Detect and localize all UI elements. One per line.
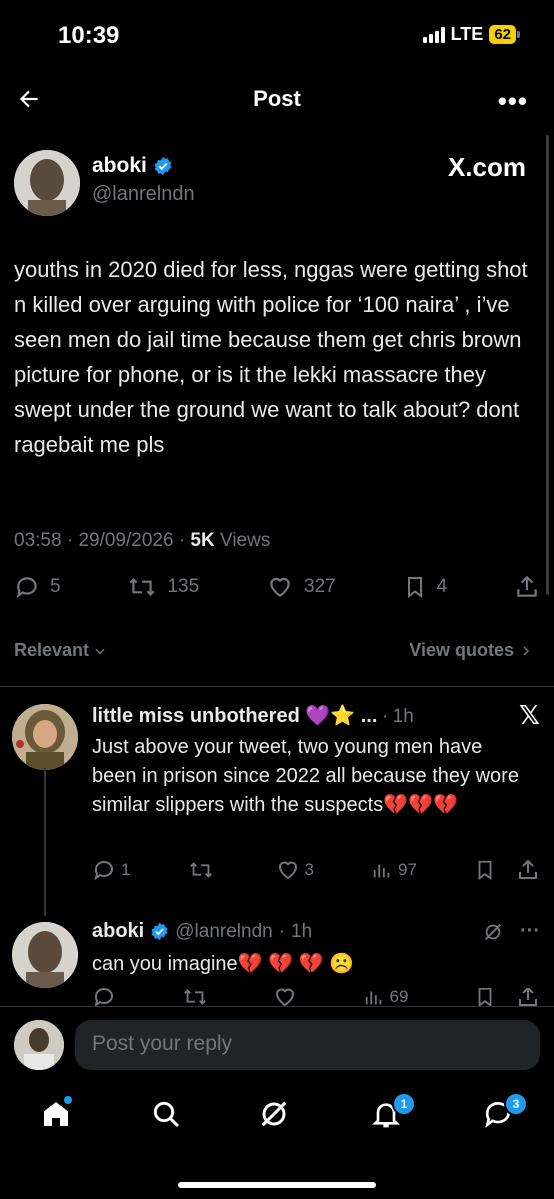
reply-repost-button[interactable] [188, 858, 219, 882]
views-label: Views [220, 530, 271, 551]
meta-separator: · [278, 920, 286, 942]
sort-relevant-dropdown[interactable]: Relevant [14, 640, 107, 661]
reply-like-button[interactable]: 3 [276, 858, 314, 882]
reply-more-button[interactable]: ··· [520, 920, 540, 943]
heart-icon [278, 861, 297, 880]
views-count: 5K [190, 530, 215, 551]
view-quotes-link[interactable]: View quotes [409, 640, 532, 661]
repost-icon[interactable] [182, 988, 208, 1006]
reply-reply-button[interactable]: 1 [92, 858, 130, 882]
reply-author-handle[interactable]: @lanrelndn [175, 921, 272, 943]
author-handle[interactable]: @lanrelndn [92, 183, 195, 206]
reply-time: 1h [392, 706, 414, 727]
post-date: 29/09/2026 [78, 530, 174, 551]
bottom-tab-bar: 1 3 [0, 1088, 554, 1148]
more-options-button[interactable]: ••• [498, 86, 528, 117]
avatar-doll-icon [12, 704, 78, 770]
share-button[interactable] [514, 574, 540, 600]
reply-text: Just above your tweet, two young men hav… [92, 736, 519, 816]
reply-reply-count: 1 [121, 860, 131, 879]
author-avatar[interactable] [14, 150, 80, 216]
repost-icon [189, 862, 212, 878]
reply-text: can you imagine💔 💔 💔 ☹️ [92, 953, 354, 975]
repost-count: 135 [167, 576, 200, 597]
like-count: 327 [304, 576, 336, 597]
reply-avatar[interactable] [12, 922, 78, 988]
x-logo-icon: 𝕏 [519, 700, 540, 730]
view-quotes-label: View quotes [409, 640, 514, 660]
chevron-down-icon [95, 648, 105, 654]
like-button[interactable]: 327 [266, 574, 336, 600]
network-label: LTE [450, 24, 484, 44]
reply-icon[interactable] [92, 988, 116, 1006]
notifications-badge: 1 [392, 1092, 416, 1116]
messages-badge: 3 [504, 1092, 528, 1116]
tab-messages[interactable]: 3 [482, 1092, 528, 1135]
grok-icon[interactable] [482, 921, 504, 943]
reply-views-button[interactable]: 97 [371, 859, 417, 881]
analytics-icon [373, 864, 390, 878]
post-meta: 03:58 · 29/09/2026 · 5K Views [14, 530, 271, 551]
reply-action-bar: 1 3 97 [92, 858, 540, 882]
reply-button[interactable]: 5 [14, 574, 61, 600]
share-icon[interactable] [516, 858, 540, 882]
repost-button[interactable]: 135 [127, 574, 199, 600]
reply-icon [94, 861, 113, 881]
avatar-face-icon [12, 922, 78, 988]
section-divider [0, 686, 554, 687]
reply-author-name[interactable]: aboki [92, 920, 144, 943]
reply-time: 1h [291, 920, 313, 942]
reply-count: 5 [50, 576, 61, 597]
repost-icon [129, 577, 155, 597]
avatar-face-icon [14, 150, 80, 216]
search-icon [153, 1101, 180, 1128]
reply-views-count: 97 [398, 860, 417, 879]
status-indicators: LTE 62 [422, 24, 520, 45]
tab-notifications[interactable]: 1 [370, 1092, 416, 1135]
current-user-avatar[interactable] [14, 1020, 64, 1070]
tab-home[interactable] [40, 1096, 72, 1135]
heart-icon[interactable] [273, 988, 297, 1006]
post-text: youths in 2020 died for less, nggas were… [14, 257, 528, 457]
chevron-right-icon [523, 645, 530, 656]
reply-views-button[interactable]: 69 [363, 988, 409, 1006]
tab-search[interactable] [150, 1098, 182, 1135]
meta-separator: · [381, 706, 389, 727]
home-dot-indicator [64, 1096, 72, 1104]
compose-divider [0, 1006, 554, 1007]
avatar-user-icon [14, 1020, 64, 1070]
share-icon [517, 575, 537, 597]
grok-icon [261, 1101, 287, 1127]
battery-icon: 62 [489, 25, 520, 44]
heart-icon [270, 577, 290, 597]
reply-action-bar: 69 [92, 988, 540, 1006]
source-badge: X.com [447, 152, 526, 182]
reply-like-count: 3 [304, 860, 314, 879]
post-action-bar: 5 135 327 4 [14, 574, 540, 600]
scrollbar[interactable] [546, 135, 549, 595]
post-time: 03:58 [14, 530, 62, 551]
home-indicator [178, 1182, 376, 1188]
verified-badge-icon [151, 922, 168, 941]
signal-icon [422, 26, 445, 43]
reply-author-name[interactable]: little miss unbothered 💜⭐️ ... [92, 705, 377, 727]
status-time: 10:39 [58, 22, 120, 49]
reply-views-count: 69 [389, 988, 409, 1006]
author-name[interactable]: aboki [92, 154, 147, 178]
sort-relevant-label: Relevant [14, 640, 90, 660]
bookmark-count: 4 [436, 576, 448, 597]
page-title: Post [253, 86, 301, 111]
verified-badge-icon [154, 156, 172, 176]
share-icon[interactable] [516, 988, 540, 1006]
reply-input-placeholder: Post your reply [92, 1032, 233, 1055]
analytics-icon [365, 991, 381, 1005]
tab-grok[interactable] [258, 1098, 290, 1135]
bookmark-icon[interactable] [474, 988, 496, 1006]
bookmark-button[interactable]: 4 [403, 574, 448, 600]
thread-connector [44, 768, 46, 916]
bookmark-icon[interactable] [474, 858, 496, 882]
reply-icon [16, 577, 37, 599]
reply-avatar[interactable] [12, 704, 78, 770]
bookmark-icon [407, 577, 422, 598]
